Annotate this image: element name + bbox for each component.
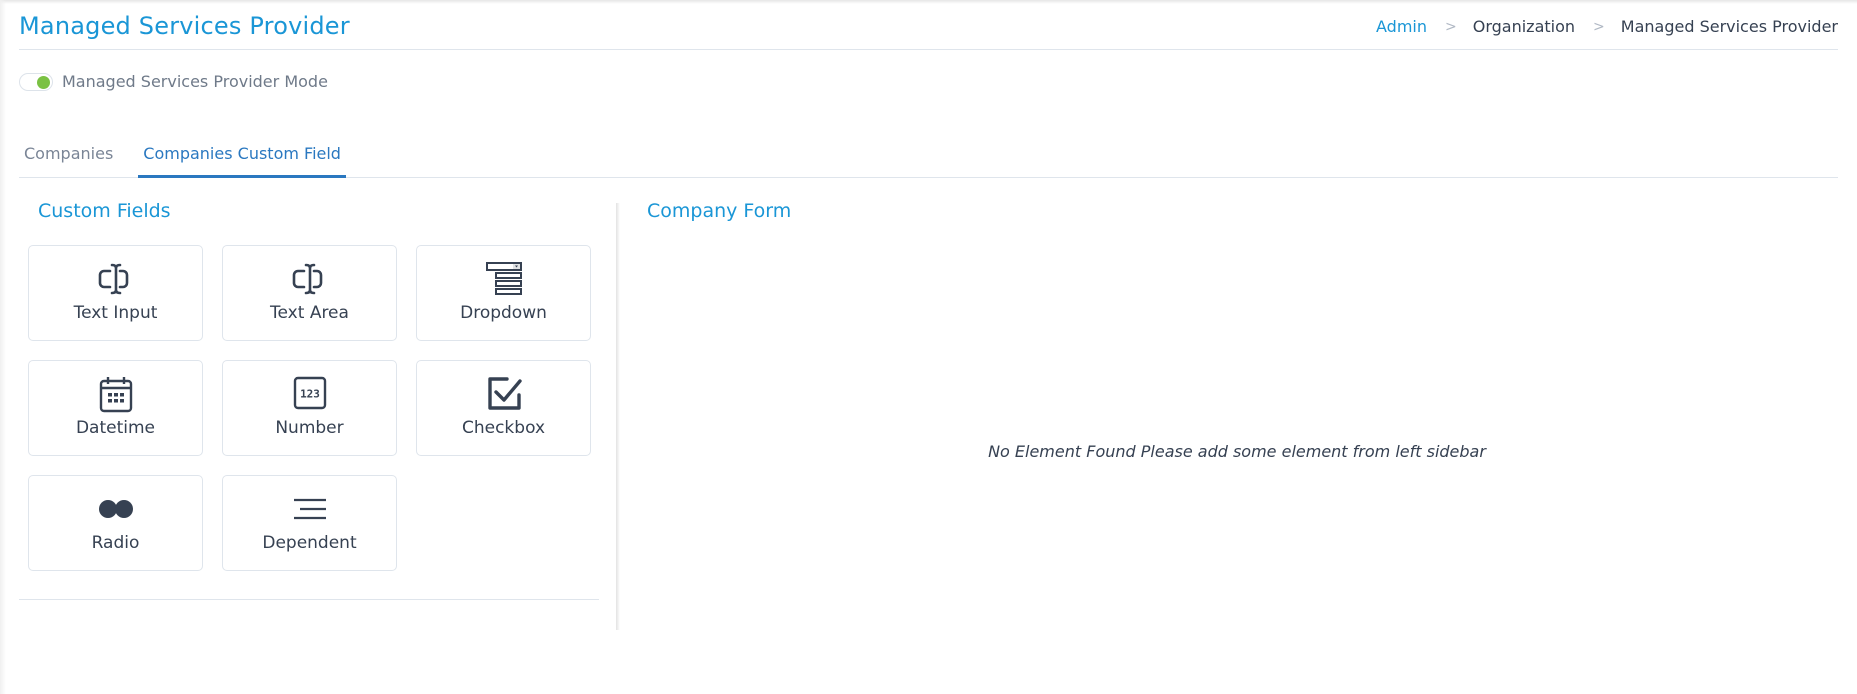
number-icon: 123	[290, 375, 330, 413]
chevron-right-icon: >	[1445, 18, 1457, 35]
field-text-area[interactable]: Text Area	[222, 245, 397, 341]
field-checkbox[interactable]: Checkbox	[416, 360, 591, 456]
tab-bar: Companies Companies Custom Field	[19, 138, 1838, 178]
checkbox-icon	[484, 375, 524, 413]
field-label: Number	[275, 418, 344, 438]
breadcrumb-admin[interactable]: Admin	[1376, 17, 1427, 36]
panel-divider	[616, 203, 620, 630]
field-label: Radio	[91, 533, 140, 553]
breadcrumb: Admin > Organization > Managed Services …	[1376, 17, 1838, 36]
field-label: Text Area	[270, 303, 349, 323]
field-datetime[interactable]: Datetime	[28, 360, 203, 456]
page-title: Managed Services Provider	[19, 12, 350, 40]
field-dependent[interactable]: Dependent	[222, 475, 397, 571]
chevron-right-icon: >	[1593, 18, 1605, 35]
toggle-knob	[37, 75, 50, 89]
empty-state-message: No Element Found Please add some element…	[988, 442, 1486, 461]
company-form-panel: Company Form No Element Found Please add…	[647, 200, 1837, 620]
msp-mode-row: Managed Services Provider Mode	[19, 72, 328, 91]
text-input-icon	[96, 260, 136, 298]
dropdown-icon	[484, 260, 524, 298]
company-form-title: Company Form	[647, 200, 792, 222]
radio-icon	[96, 490, 136, 528]
field-radio[interactable]: Radio	[28, 475, 203, 571]
field-label: Dependent	[262, 533, 357, 553]
field-label: Checkbox	[461, 418, 546, 438]
msp-mode-toggle[interactable]	[19, 72, 53, 91]
calendar-icon	[96, 375, 136, 413]
field-number[interactable]: 123 Number	[222, 360, 397, 456]
text-area-icon	[290, 260, 330, 298]
left-shadow	[0, 0, 6, 694]
field-label: Text Input	[73, 303, 158, 323]
field-dropdown[interactable]: Dropdown	[416, 245, 591, 341]
breadcrumb-current: Managed Services Provider	[1620, 17, 1838, 36]
msp-mode-label: Managed Services Provider Mode	[62, 72, 328, 91]
number-icon-text: 123	[300, 388, 320, 401]
custom-fields-title: Custom Fields	[38, 200, 171, 222]
field-text-input[interactable]: Text Input	[28, 245, 203, 341]
dependent-icon	[290, 490, 330, 528]
custom-fields-panel: Custom Fields Text Input Text Area Dropd…	[19, 200, 599, 600]
tab-companies-custom-field[interactable]: Companies Custom Field	[138, 138, 346, 178]
tab-companies[interactable]: Companies	[19, 138, 118, 178]
page-header: Managed Services Provider Admin > Organi…	[19, 0, 1838, 50]
breadcrumb-organization: Organization	[1472, 17, 1576, 36]
field-label: Datetime	[75, 418, 156, 438]
custom-fields-grid: Text Input Text Area Dropdown Datetime 1…	[28, 245, 591, 571]
field-label: Dropdown	[460, 303, 547, 323]
